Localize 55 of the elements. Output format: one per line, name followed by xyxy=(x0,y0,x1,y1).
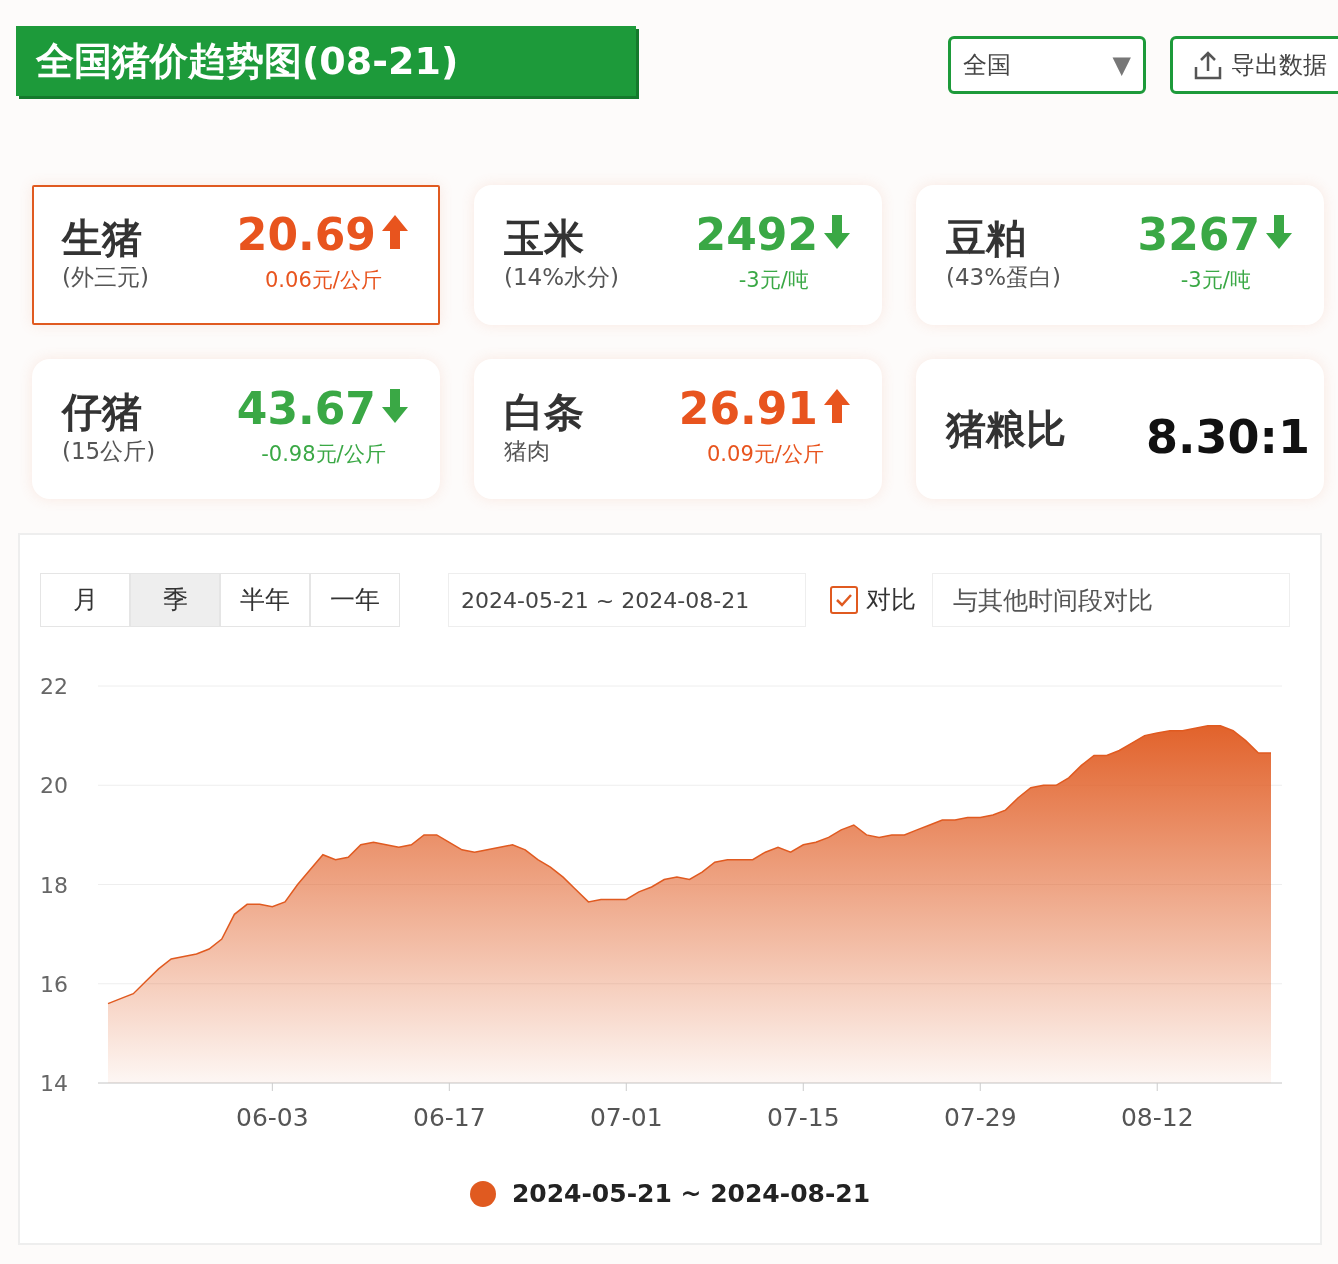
price-value: 3267 xyxy=(1137,213,1260,258)
export-button[interactable]: 导出数据 xyxy=(1170,36,1338,94)
compare-checkbox[interactable]: 对比 xyxy=(830,581,916,619)
card-name: 豆粕 xyxy=(946,215,1027,260)
card-name: 白条 xyxy=(504,389,585,434)
card-subtitle: 猪肉 xyxy=(504,436,551,466)
card-subtitle: (外三元) xyxy=(62,262,150,292)
price-card[interactable]: 生猪 (外三元) 20.69 0.06元/公斤 xyxy=(32,185,440,325)
x-axis-label: 06-03 xyxy=(236,1103,309,1132)
x-axis-label: 06-17 xyxy=(413,1103,486,1132)
card-subtitle: (43%蛋白) xyxy=(946,262,1063,292)
price-card[interactable]: 白条 猪肉 26.91 0.09元/公斤 xyxy=(474,359,882,499)
price-change: 0.06元/公斤 xyxy=(265,267,382,295)
price-value: 26.91 xyxy=(678,387,818,432)
price-change: -3元/吨 xyxy=(1180,267,1251,295)
period-tab[interactable]: 半年 xyxy=(220,573,310,627)
price-card[interactable]: 豆粕 (43%蛋白) 3267 -3元/吨 xyxy=(916,185,1324,325)
x-axis-label: 07-15 xyxy=(766,1103,840,1132)
price-change: 0.09元/公斤 xyxy=(707,441,824,469)
y-axis-label: 16 xyxy=(40,971,68,997)
up-arrow-icon xyxy=(380,213,410,252)
compare-period-field[interactable]: 与其他时间段对比 xyxy=(932,573,1290,627)
x-axis-label: 08-12 xyxy=(1120,1103,1194,1132)
price-value: 43.67 xyxy=(236,387,376,432)
x-axis-label: 07-01 xyxy=(589,1103,663,1132)
price-value: 20.69 xyxy=(236,213,376,258)
region-select[interactable]: 全国 ▼ xyxy=(948,36,1146,94)
card-name: 猪粮比 xyxy=(946,407,1067,451)
price-change: -3元/吨 xyxy=(738,267,809,295)
up-arrow-icon xyxy=(822,387,852,426)
card-name: 生猪 xyxy=(62,215,143,260)
price-card[interactable]: 玉米 (14%水分) 2492 -3元/吨 xyxy=(474,185,882,325)
price-card[interactable]: 猪粮比 8.30:1 xyxy=(916,359,1324,499)
period-tab[interactable]: 月 xyxy=(40,573,130,627)
period-tab[interactable]: 季 xyxy=(130,573,220,627)
date-range-field[interactable]: 2024-05-21 ~ 2024-08-21 xyxy=(448,573,806,627)
x-axis-label: 07-29 xyxy=(943,1103,1017,1132)
price-value: 2492 xyxy=(695,213,818,258)
card-subtitle: (14%水分) xyxy=(504,262,621,292)
card-name: 玉米 xyxy=(504,215,585,260)
legend-label: 2024-05-21 ~ 2024-08-21 xyxy=(511,1178,871,1210)
y-axis-label: 14 xyxy=(40,1071,68,1096)
price-change: -0.98元/公斤 xyxy=(261,441,386,469)
card-subtitle: (15公斤) xyxy=(62,436,157,466)
y-axis-label: 22 xyxy=(40,674,68,699)
y-axis-label: 20 xyxy=(40,773,68,799)
ratio-value: 8.30:1 xyxy=(1146,408,1310,466)
upload-icon xyxy=(1193,49,1223,81)
period-tab[interactable]: 一年 xyxy=(310,573,400,627)
check-icon xyxy=(835,593,853,607)
caret-icon: ▼ xyxy=(1112,47,1131,83)
page-title: 全国猪价趋势图(08-21) xyxy=(16,26,636,96)
card-name: 仔猪 xyxy=(62,389,143,434)
y-axis-label: 18 xyxy=(40,872,68,898)
price-card[interactable]: 仔猪 (15公斤) 43.67 -0.98元/公斤 xyxy=(32,359,440,499)
